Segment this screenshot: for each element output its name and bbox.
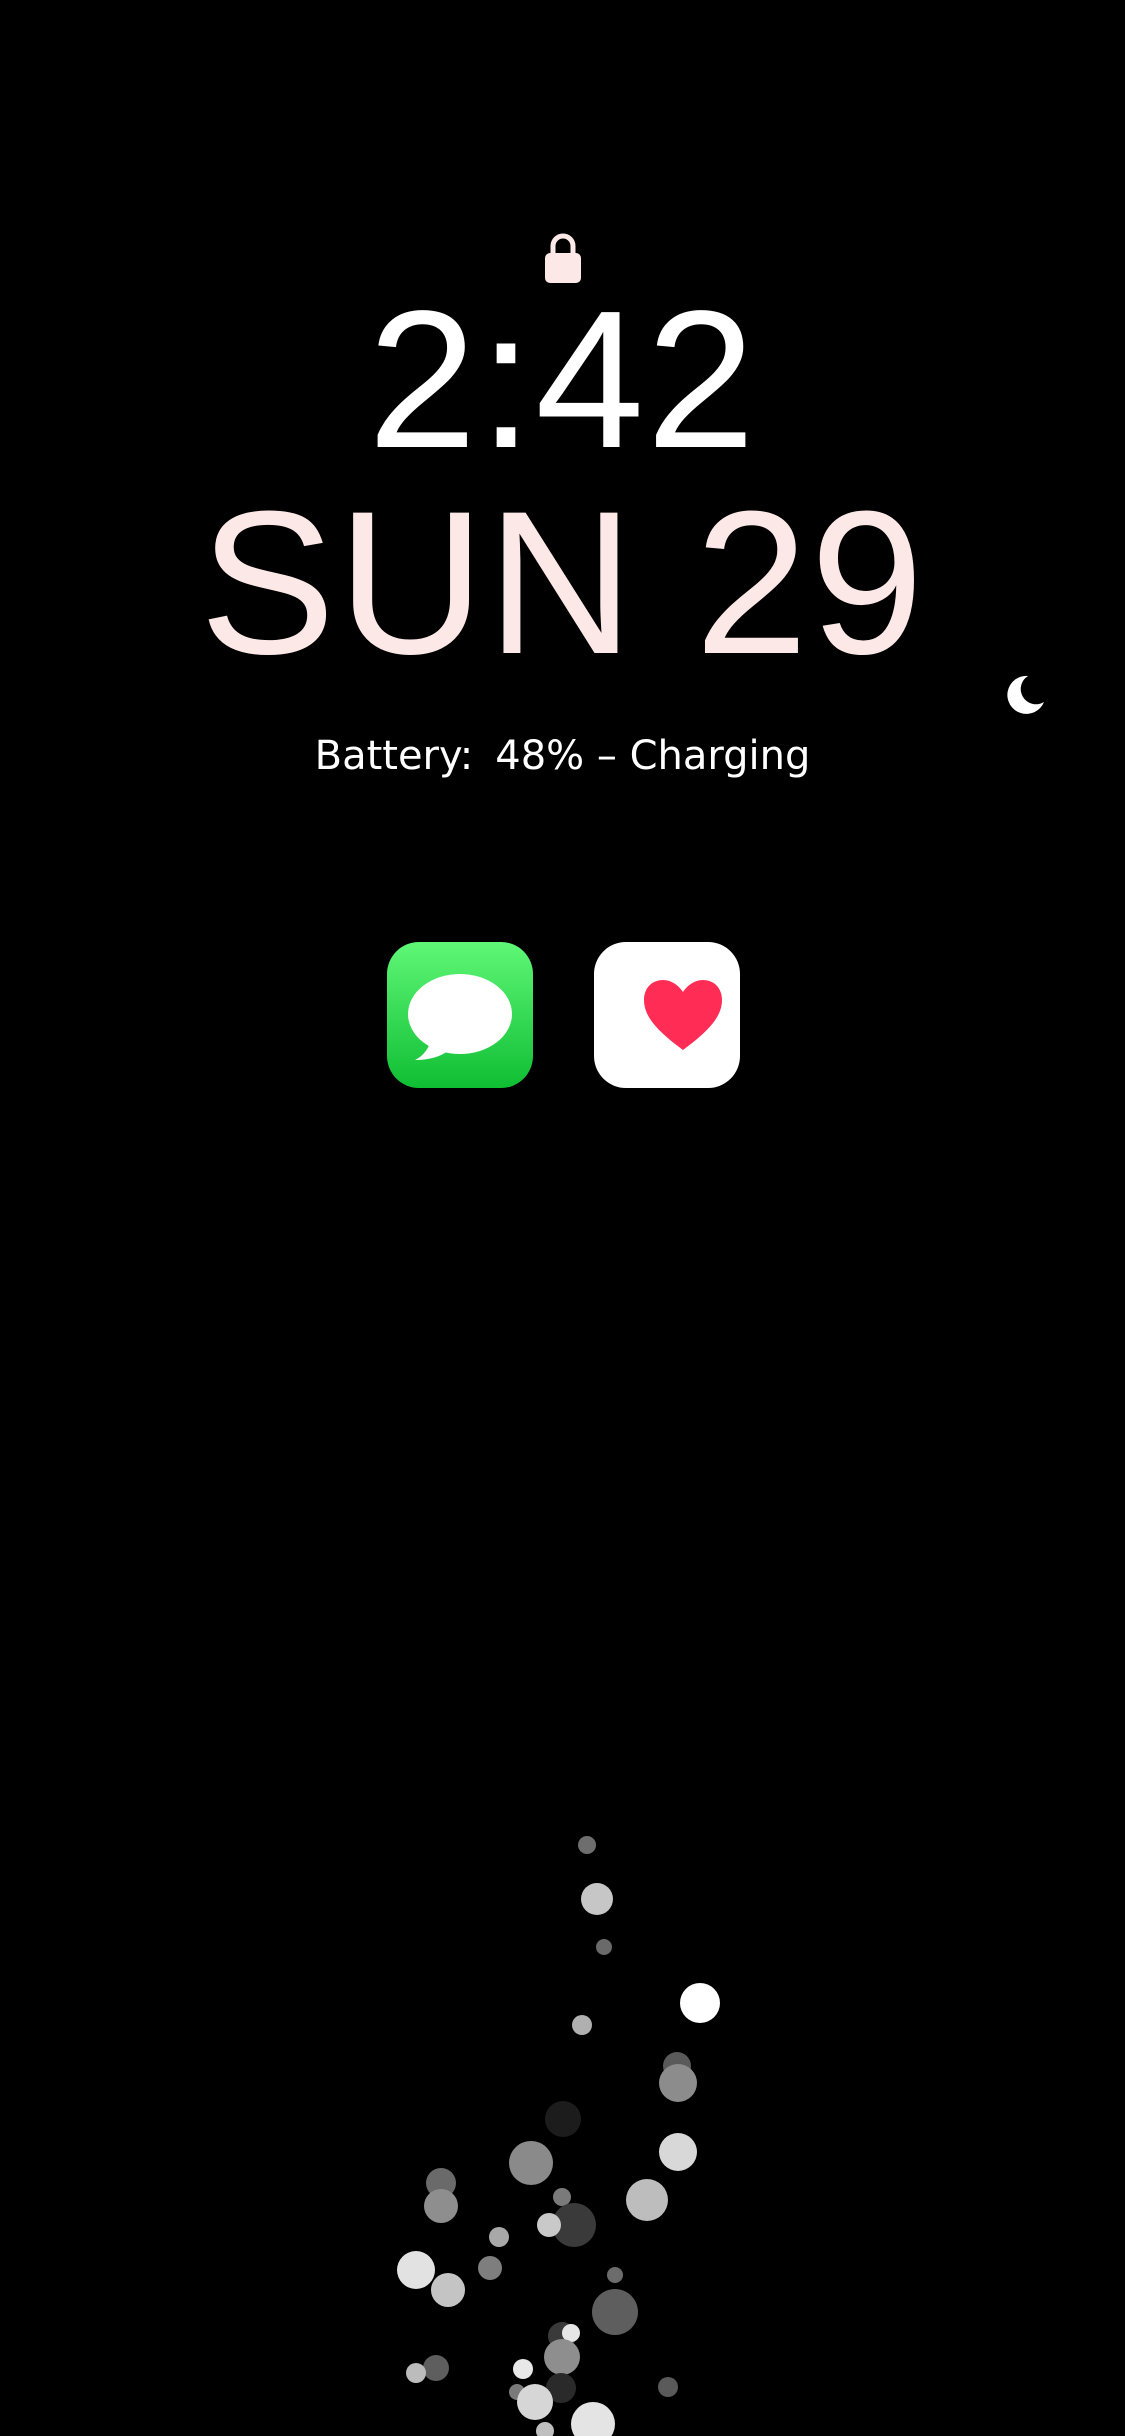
bubble — [571, 2402, 615, 2436]
bubble — [562, 2324, 580, 2342]
bubble — [406, 2363, 426, 2383]
bubble — [592, 2289, 638, 2335]
battery-label: Battery: — [314, 733, 474, 779]
bubble — [424, 2189, 458, 2223]
bubble — [397, 2251, 435, 2289]
bubble — [545, 2101, 581, 2137]
bubble — [537, 2213, 561, 2237]
bubble — [659, 2133, 697, 2171]
bubble — [423, 2355, 449, 2381]
bubble — [663, 2052, 691, 2080]
bubble — [596, 1939, 612, 1955]
health-icon — [644, 980, 722, 1050]
clock-time: 2:42 — [367, 270, 758, 489]
bubble — [478, 2256, 502, 2280]
bubble — [680, 1983, 720, 2023]
bubble — [572, 2015, 592, 2035]
bubble — [659, 2064, 697, 2102]
bubble — [553, 2188, 571, 2206]
bubble — [509, 2384, 525, 2400]
messages-app-button[interactable] — [387, 942, 533, 1088]
bubble-group — [397, 1836, 720, 2436]
bubble — [509, 2141, 553, 2185]
bubble — [489, 2227, 509, 2247]
bubble — [578, 1836, 596, 1854]
bubble — [626, 2179, 668, 2221]
battery-value: 48% – Charging — [495, 733, 811, 779]
health-app-button[interactable] — [594, 942, 740, 1088]
bubble — [536, 2422, 554, 2436]
bubble — [548, 2322, 576, 2350]
bubble — [431, 2273, 465, 2307]
bubble — [552, 2203, 596, 2247]
bubble — [517, 2384, 553, 2420]
bubble — [544, 2339, 580, 2375]
battery-status: Battery: 48% – Charging — [0, 730, 1125, 782]
bubble — [546, 2373, 576, 2403]
messages-icon — [408, 974, 512, 1060]
bubble — [658, 2377, 678, 2397]
bubble — [426, 2168, 456, 2198]
clock-date: SUN 29 — [199, 469, 926, 697]
moon-icon[interactable] — [1002, 672, 1046, 716]
bubble — [513, 2359, 533, 2379]
bubble — [607, 2267, 623, 2283]
bubble — [581, 1883, 613, 1915]
